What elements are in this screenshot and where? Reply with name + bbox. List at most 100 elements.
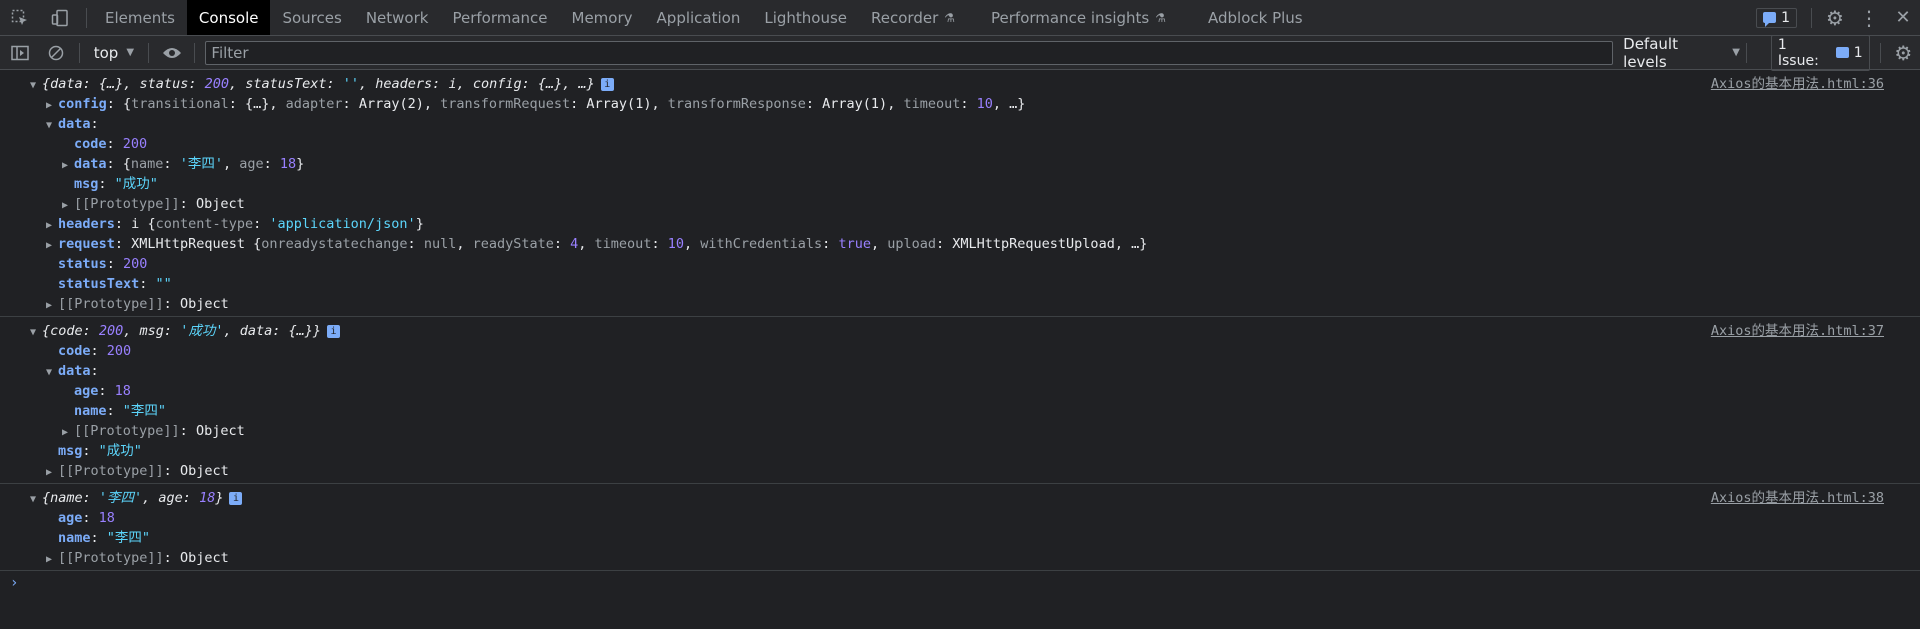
prop-value: 200 xyxy=(122,136,148,152)
prop-value: Array(2) xyxy=(358,96,424,112)
property-row[interactable]: ▶ [[Prototype]]: Object xyxy=(0,421,1920,441)
tab-label: Adblock Plus xyxy=(1207,8,1303,27)
divider xyxy=(1745,42,1747,63)
experiment-flask-icon: ⚗ xyxy=(944,10,956,25)
divider xyxy=(1879,42,1881,63)
context-selector[interactable]: top ▼ xyxy=(86,44,142,62)
tab-application[interactable]: Application xyxy=(645,0,753,35)
expand-triangle-icon[interactable]: ▼ xyxy=(46,363,58,383)
tab-label: Elements xyxy=(105,8,175,27)
property-row: age: 18 xyxy=(74,383,131,399)
show-sidebar-icon[interactable] xyxy=(0,35,39,70)
divider xyxy=(78,42,80,63)
clear-console-icon[interactable] xyxy=(39,35,72,70)
context-label: top xyxy=(93,43,119,62)
console-settings-gear-icon[interactable]: ⚙ xyxy=(1887,35,1920,70)
summary-value: '李四' xyxy=(98,490,143,506)
source-link[interactable]: Axios的基本用法.html:37 xyxy=(1711,321,1884,341)
filter-placeholder: Filter xyxy=(211,43,249,62)
console-toolbar: top ▼ Filter Default levels ▼ 1 Issue: 1 ⚙ xyxy=(0,34,1920,71)
log-levels-dropdown[interactable]: Default levels ▼ xyxy=(1623,35,1740,71)
tab-label: Console xyxy=(198,8,259,27)
tab-performance-insights[interactable]: Performance insights ⚗ xyxy=(979,0,1178,35)
tab-network[interactable]: Network xyxy=(354,0,441,35)
property-row[interactable]: ▶ request: XMLHttpRequest {onreadystatech… xyxy=(0,234,1920,254)
tab-elements[interactable]: Elements xyxy=(93,0,187,35)
source-link[interactable]: Axios的基本用法.html:38 xyxy=(1711,488,1884,508)
tab-sources[interactable]: Sources xyxy=(270,0,353,35)
expand-triangle-icon[interactable]: ▶ xyxy=(62,196,74,216)
tab-performance[interactable]: Performance xyxy=(440,0,559,35)
source-link[interactable]: Axios的基本用法.html:36 xyxy=(1711,74,1884,94)
summary-value: '' xyxy=(342,76,360,92)
issues-badge[interactable]: 1 Issue: 1 xyxy=(1770,34,1870,71)
tab-memory[interactable]: Memory xyxy=(560,0,645,35)
tabbar-right-controls: 1 ⚙ ⋮ ✕ xyxy=(1756,0,1920,35)
prop-value: "成功" xyxy=(114,176,158,192)
prop-value: 200 xyxy=(106,343,132,359)
levels-label: Default levels xyxy=(1623,34,1678,71)
prop-value: "李四" xyxy=(122,403,167,419)
messages-badge[interactable]: 1 xyxy=(1756,7,1797,28)
property-row[interactable]: ▶ [[Prototype]]: Object xyxy=(0,194,1920,214)
expand-triangle-icon[interactable]: ▼ xyxy=(30,490,42,510)
object-summary[interactable]: ▼ {code: 200, msg: '成功', data: {…}} i xyxy=(0,321,1920,341)
more-options-icon[interactable]: ⋮ xyxy=(1852,0,1886,35)
expand-triangle-icon[interactable]: ▼ xyxy=(30,323,42,343)
tab-label: Application xyxy=(656,8,741,27)
expand-triangle-icon[interactable]: ▶ xyxy=(46,216,58,236)
property-row[interactable]: ▶ config: {transitional: {…}, adapter: Ar… xyxy=(0,94,1920,114)
tab-label: Lighthouse xyxy=(764,8,848,27)
info-icon[interactable]: i xyxy=(229,491,243,505)
object-summary[interactable]: ▼ {name: '李四', age: 18} i xyxy=(0,488,1920,508)
info-icon[interactable]: i xyxy=(327,324,341,338)
tab-recorder[interactable]: Recorder ⚗ xyxy=(859,0,967,35)
property-row[interactable]: ▶ [[Prototype]]: Object xyxy=(0,548,1920,568)
property-row[interactable]: ▼ data: xyxy=(0,114,1920,134)
property-row[interactable]: ▶ headers: i {content-type: 'application/… xyxy=(0,214,1920,234)
prop-value: i xyxy=(131,216,140,232)
issues-label: 1 Issue: xyxy=(1777,36,1819,69)
expand-triangle-icon[interactable]: ▶ xyxy=(62,156,74,176)
property-row[interactable]: ▼ data: xyxy=(0,361,1920,381)
prop-value: Object xyxy=(179,463,229,479)
property-row[interactable]: ▶ [[Prototype]]: Object xyxy=(0,294,1920,314)
settings-gear-icon[interactable]: ⚙ xyxy=(1818,0,1852,35)
inspect-element-icon[interactable] xyxy=(0,0,40,35)
property-row[interactable]: ▶ [[Prototype]]: Object xyxy=(0,461,1920,481)
device-toolbar-icon[interactable] xyxy=(40,0,80,35)
summary-value: 18 xyxy=(199,490,216,506)
expand-triangle-icon[interactable]: ▼ xyxy=(30,76,42,96)
prop-value: Object xyxy=(179,550,229,566)
expand-triangle-icon[interactable]: ▶ xyxy=(46,236,58,256)
console-message: ▼ {data: {…}, status: 200, statusText: ''… xyxy=(0,70,1920,317)
tab-label: Network xyxy=(365,8,429,27)
tab-label: Performance xyxy=(452,8,548,27)
prop-value: "" xyxy=(155,276,172,292)
summary-value: {…} xyxy=(537,76,563,92)
prop-value: 4 xyxy=(570,236,579,252)
expand-triangle-icon[interactable]: ▶ xyxy=(46,550,58,570)
expand-triangle-icon[interactable]: ▶ xyxy=(46,96,58,116)
tab-console[interactable]: Console xyxy=(186,0,271,35)
filter-input[interactable]: Filter xyxy=(205,40,1614,65)
tab-lighthouse[interactable]: Lighthouse xyxy=(752,0,859,35)
expand-triangle-icon[interactable]: ▼ xyxy=(46,116,58,136)
tab-adblock-plus[interactable]: Adblock Plus xyxy=(1196,0,1315,35)
expand-triangle-icon[interactable]: ▶ xyxy=(62,423,74,443)
console-prompt[interactable]: › xyxy=(0,571,1920,595)
summary-value: {…} xyxy=(98,76,124,92)
prompt-chevron-icon: › xyxy=(10,575,19,591)
expand-triangle-icon[interactable]: ▶ xyxy=(46,463,58,483)
object-summary[interactable]: ▼ {data: {…}, status: 200, statusText: ''… xyxy=(0,74,1920,94)
live-expression-eye-icon[interactable] xyxy=(155,35,188,70)
prop-value: 18 xyxy=(114,383,131,399)
property-row: code: 200 xyxy=(58,343,132,359)
close-icon[interactable]: ✕ xyxy=(1886,0,1920,35)
prop-value: 200 xyxy=(123,256,148,272)
console-message: ▼ {name: '李四', age: 18} i Axios的基本用法.html:… xyxy=(0,484,1920,571)
info-icon[interactable]: i xyxy=(600,77,614,91)
expand-triangle-icon[interactable]: ▶ xyxy=(46,296,58,316)
property-row[interactable]: ▶ data: {name: '李四', age: 18} xyxy=(0,154,1920,174)
property-row: status: 200 xyxy=(58,256,148,272)
